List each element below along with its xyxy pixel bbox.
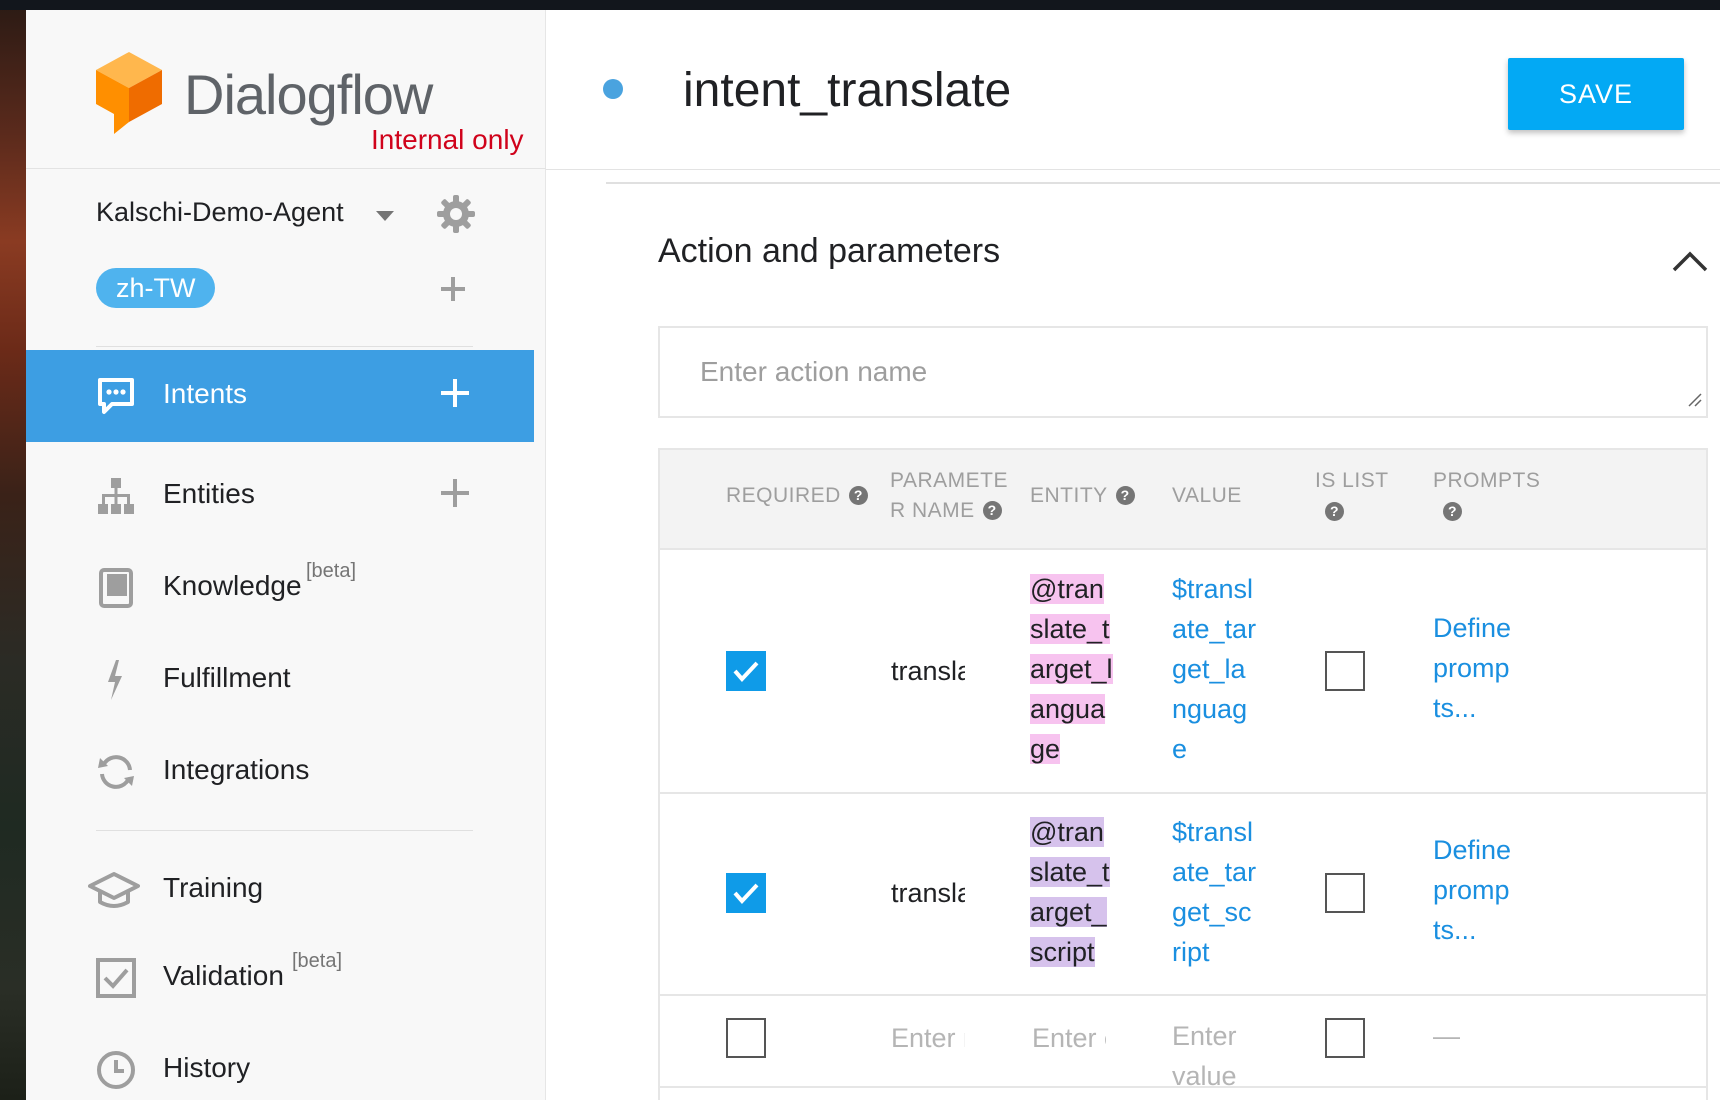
header-value: VALUE bbox=[1172, 484, 1242, 507]
table-row: translate_target_script @translate_targe… bbox=[660, 794, 1706, 996]
define-prompts-link[interactable]: Define prompts... bbox=[1433, 608, 1515, 728]
desktop-wallpaper bbox=[0, 0, 26, 1100]
help-icon[interactable]: ? bbox=[1325, 502, 1344, 521]
section-title: Action and parameters bbox=[658, 232, 1001, 270]
chat-icon bbox=[94, 374, 138, 418]
add-entity-icon[interactable] bbox=[440, 478, 470, 513]
nav-training[interactable]: Training bbox=[26, 844, 534, 936]
checkbox-icon bbox=[94, 956, 138, 1000]
entity-tag[interactable]: @translate_target_script bbox=[1030, 812, 1116, 972]
is-list-checkbox[interactable] bbox=[1325, 651, 1365, 691]
resize-grip-icon[interactable] bbox=[1686, 391, 1702, 412]
entity-tag[interactable]: @translate_target_language bbox=[1030, 569, 1116, 769]
help-icon[interactable]: ? bbox=[982, 501, 1002, 520]
beta-tag: [beta] bbox=[292, 950, 343, 972]
nav-history[interactable]: History bbox=[26, 1024, 534, 1100]
brand-header: Dialogflow Internal only bbox=[26, 10, 546, 169]
sync-icon bbox=[94, 750, 138, 794]
intent-title[interactable]: intent_translate bbox=[683, 63, 1011, 118]
dialogflow-logo-icon[interactable] bbox=[94, 50, 164, 141]
chevron-up-icon[interactable] bbox=[1672, 250, 1708, 277]
language-pill[interactable]: zh-TW bbox=[96, 268, 216, 308]
add-language-icon[interactable] bbox=[440, 276, 466, 307]
agent-name[interactable]: Kalschi-Demo-Agent bbox=[96, 197, 344, 228]
bolt-icon bbox=[94, 658, 138, 702]
required-checkbox[interactable] bbox=[726, 651, 766, 691]
parameter-name-input[interactable]: Enter name bbox=[891, 1018, 965, 1058]
required-checkbox[interactable] bbox=[726, 873, 766, 913]
prompts-placeholder: — bbox=[1433, 1021, 1460, 1051]
nav-entities[interactable]: Entities bbox=[26, 450, 534, 542]
nav-label: Entities bbox=[163, 478, 255, 509]
beta-tag: [beta] bbox=[306, 560, 357, 582]
sidebar: Dialogflow Internal only Kalschi-Demo-Ag… bbox=[26, 10, 569, 1100]
section-divider bbox=[606, 182, 1720, 184]
parameter-name[interactable]: translate_target_language bbox=[891, 651, 965, 691]
chevron-down-icon[interactable] bbox=[376, 210, 394, 228]
is-list-checkbox[interactable] bbox=[1325, 1018, 1365, 1058]
brand-name: Dialogflow bbox=[184, 63, 433, 126]
internal-only-label: Internal only bbox=[371, 124, 524, 155]
header-prompts: PROMPTS ? bbox=[1433, 469, 1541, 521]
nav-label: Training bbox=[163, 872, 264, 903]
desktop-top-bar bbox=[0, 0, 1720, 10]
is-list-checkbox[interactable] bbox=[1325, 873, 1365, 913]
nav-label: Knowledge bbox=[163, 570, 302, 601]
nav-label: Validation bbox=[163, 960, 284, 991]
parameter-value[interactable]: $translate_target_script bbox=[1172, 812, 1258, 972]
action-name-input[interactable] bbox=[660, 328, 1706, 416]
parameter-value[interactable]: $translate_target_language bbox=[1172, 569, 1258, 769]
save-button[interactable]: SAVE bbox=[1508, 58, 1684, 130]
value-input[interactable]: Enter value bbox=[1172, 1016, 1258, 1086]
entity-input[interactable]: Enter entity bbox=[1032, 1018, 1106, 1058]
parameter-name[interactable]: translate_target_script bbox=[891, 873, 965, 913]
header-required: REQUIRED? bbox=[726, 481, 868, 511]
nav-intents[interactable]: Intents bbox=[26, 350, 534, 442]
nav-label: Integrations bbox=[163, 754, 310, 785]
nav-fulfillment[interactable]: Fulfillment bbox=[26, 634, 534, 726]
header-is-list: IS LIST ? bbox=[1315, 469, 1389, 521]
nav-knowledge[interactable]: Knowledge [beta] bbox=[26, 542, 534, 634]
divider bbox=[96, 346, 473, 347]
graduation-cap-icon bbox=[88, 868, 140, 912]
book-icon bbox=[94, 566, 138, 610]
help-icon[interactable]: ? bbox=[1115, 486, 1135, 505]
header-parameter-name: PARAMETE R NAME? bbox=[890, 469, 1008, 522]
help-icon[interactable]: ? bbox=[848, 486, 868, 505]
add-intent-icon[interactable] bbox=[440, 378, 470, 413]
table-row-new: Enter name Enter entity Enter value — bbox=[660, 996, 1706, 1088]
help-icon[interactable]: ? bbox=[1443, 502, 1462, 521]
parameters-table: REQUIRED? PARAMETE R NAME? ENTITY? VALUE… bbox=[658, 448, 1708, 1100]
nav-validation[interactable]: Validation [beta] bbox=[26, 932, 534, 1024]
nav-label: Intents bbox=[163, 378, 248, 409]
clock-icon bbox=[94, 1048, 138, 1092]
status-dot bbox=[603, 79, 623, 99]
nav-integrations[interactable]: Integrations bbox=[26, 726, 534, 818]
hierarchy-icon bbox=[94, 474, 138, 518]
header-entity: ENTITY? bbox=[1030, 481, 1135, 511]
action-name-field[interactable] bbox=[658, 326, 1708, 418]
nav-label: History bbox=[163, 1052, 251, 1083]
divider bbox=[96, 830, 473, 831]
define-prompts-link[interactable]: Define prompts... bbox=[1433, 830, 1515, 950]
main-content: intent_translate SAVE Action and paramet… bbox=[546, 10, 1720, 1100]
header-divider bbox=[546, 169, 1720, 170]
table-row: translate_target_language @translate_tar… bbox=[660, 552, 1706, 794]
nav-label: Fulfillment bbox=[163, 662, 291, 693]
table-header: REQUIRED? PARAMETE R NAME? ENTITY? VALUE… bbox=[660, 450, 1706, 550]
gear-icon[interactable] bbox=[436, 194, 476, 239]
required-checkbox[interactable] bbox=[726, 1018, 766, 1058]
